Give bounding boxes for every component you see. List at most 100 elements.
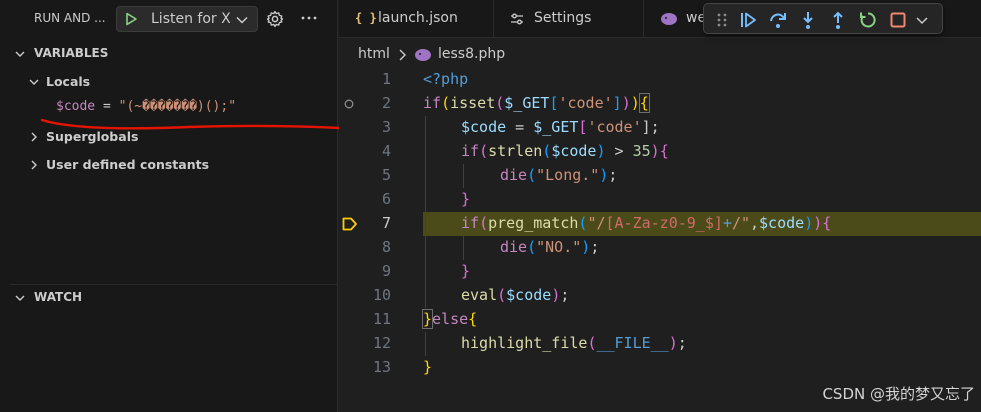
line-gutter[interactable]: 9 — [339, 260, 423, 284]
line-gutter[interactable]: 12 — [339, 332, 423, 356]
line-number: 2 — [381, 94, 391, 112]
indent-guide — [463, 164, 464, 188]
drag-handle-icon[interactable] — [712, 10, 732, 30]
sidebar-header: RUN AND ... Listen for X — [0, 0, 338, 38]
tab-launch-json[interactable]: { } launch.json — [339, 0, 494, 38]
watch-section-label: WATCH — [34, 290, 83, 304]
current-line-pointer-icon — [342, 217, 357, 231]
breakpoint-hint-icon[interactable] — [344, 99, 354, 109]
line-gutter[interactable]: 10 — [339, 284, 423, 308]
line-number: 8 — [381, 238, 391, 256]
indent-guide — [463, 236, 464, 260]
chevron-right-icon — [399, 49, 406, 61]
code-text: }else{ — [421, 309, 478, 329]
tab-label: launch.json — [378, 10, 458, 26]
variable-item[interactable]: $code = "(~�������)();" — [56, 99, 236, 114]
line-number: 10 — [372, 286, 391, 304]
breadcrumb-file[interactable]: less8.php — [438, 46, 505, 62]
line-number: 5 — [381, 166, 391, 184]
line-number: 1 — [381, 70, 391, 88]
scope-user-constants[interactable]: User defined constants — [28, 154, 348, 176]
code-line[interactable]: 1 <?php — [339, 68, 981, 92]
stop-icon[interactable] — [888, 10, 908, 30]
code-text: } — [461, 262, 471, 280]
debug-toolbar — [703, 3, 943, 34]
code-text: die("Long."); — [500, 166, 618, 184]
restart-icon[interactable] — [858, 10, 878, 30]
line-number: 13 — [372, 358, 391, 376]
gear-icon[interactable] — [266, 10, 284, 28]
php-icon — [415, 49, 431, 61]
chevron-down-icon — [15, 295, 25, 301]
line-gutter[interactable]: 2 — [339, 92, 423, 116]
line-gutter[interactable]: 6 — [339, 188, 423, 212]
line-gutter[interactable]: 13 — [339, 356, 423, 380]
breadcrumb-folder[interactable]: html — [358, 46, 390, 62]
launch-config-label: Listen for X — [151, 11, 231, 27]
json-icon: { } — [355, 11, 377, 25]
line-gutter[interactable]: 3 — [339, 116, 423, 140]
code-text: eval($code); — [461, 286, 570, 304]
line-gutter[interactable]: 1 — [339, 68, 423, 92]
code-line-current[interactable]: 7 if(preg_match("/[A-Za-z0-9_$]+/",$code… — [339, 212, 981, 236]
code-line[interactable]: 5 die("Long."); — [339, 164, 981, 188]
variable-equals: = — [95, 99, 119, 114]
play-icon[interactable] — [124, 12, 138, 26]
code-line[interactable]: 12 highlight_file(__FILE__); — [339, 332, 981, 356]
variables-section-header[interactable]: VARIABLES — [0, 43, 338, 65]
code-line[interactable]: 9 } — [339, 260, 981, 284]
chevron-down-icon — [15, 51, 25, 57]
code-line[interactable]: 11 }else{ — [339, 308, 981, 332]
code-line[interactable]: 6 } — [339, 188, 981, 212]
chevron-down-icon[interactable] — [235, 13, 249, 27]
launch-config-select[interactable]: Listen for X — [116, 6, 258, 32]
run-and-debug-title: RUN AND ... — [34, 11, 106, 25]
code-line[interactable]: 4 if(strlen($code) > 35){ — [339, 140, 981, 164]
line-gutter[interactable]: 11 — [339, 308, 423, 332]
code-line[interactable]: 13 } — [339, 356, 981, 380]
line-number: 3 — [381, 118, 391, 136]
line-number: 6 — [381, 190, 391, 208]
code-text: <?php — [423, 70, 469, 88]
indent-guide — [425, 332, 426, 356]
line-gutter[interactable]: 5 — [339, 164, 423, 188]
watch-section-header[interactable]: WATCH — [0, 287, 338, 309]
line-number: 12 — [372, 334, 391, 352]
chevron-down-icon — [29, 79, 39, 85]
more-actions-icon[interactable] — [300, 11, 318, 25]
debug-sidebar: RUN AND ... Listen for X VARIABLES Local… — [0, 0, 342, 412]
code-text: die("NO."); — [500, 238, 600, 256]
chevron-down-icon[interactable] — [914, 10, 930, 30]
indent-guide — [425, 116, 426, 308]
code-text: } — [423, 358, 433, 376]
code-line[interactable]: 10 eval($code); — [339, 284, 981, 308]
line-number: 7 — [381, 214, 391, 232]
variable-value: "(~�������)();" — [118, 99, 237, 114]
scope-locals[interactable]: Locals — [28, 71, 348, 93]
scope-label: User defined constants — [46, 157, 210, 172]
code-text: if(isset($_GET['code'])){ — [423, 93, 650, 113]
line-gutter[interactable]: 8 — [339, 236, 423, 260]
tab-settings[interactable]: Settings — [494, 0, 644, 38]
section-divider — [10, 284, 338, 285]
line-gutter[interactable]: 4 — [339, 140, 423, 164]
code-text: } — [461, 190, 471, 208]
php-icon — [661, 13, 677, 25]
code-line[interactable]: 8 die("NO."); — [339, 236, 981, 260]
step-out-icon[interactable] — [828, 10, 848, 30]
code-text: $code = $_GET['code']; — [461, 118, 660, 136]
scope-superglobals[interactable]: Superglobals — [28, 126, 348, 148]
tab-label: Settings — [534, 10, 592, 26]
code-line[interactable]: 2 if(isset($_GET['code'])){ — [339, 92, 981, 116]
chevron-right-icon — [31, 132, 37, 142]
step-into-icon[interactable] — [798, 10, 818, 30]
line-number: 9 — [381, 262, 391, 280]
code-text: highlight_file(__FILE__); — [461, 334, 687, 352]
watermark: CSDN @我的梦又忘了 — [822, 385, 975, 403]
scope-label: Locals — [46, 74, 91, 89]
code-line[interactable]: 3 $code = $_GET['code']; — [339, 116, 981, 140]
variables-section-label: VARIABLES — [34, 46, 109, 60]
continue-icon[interactable] — [738, 10, 758, 30]
step-over-icon[interactable] — [768, 10, 788, 30]
line-gutter[interactable]: 7 — [339, 212, 423, 236]
